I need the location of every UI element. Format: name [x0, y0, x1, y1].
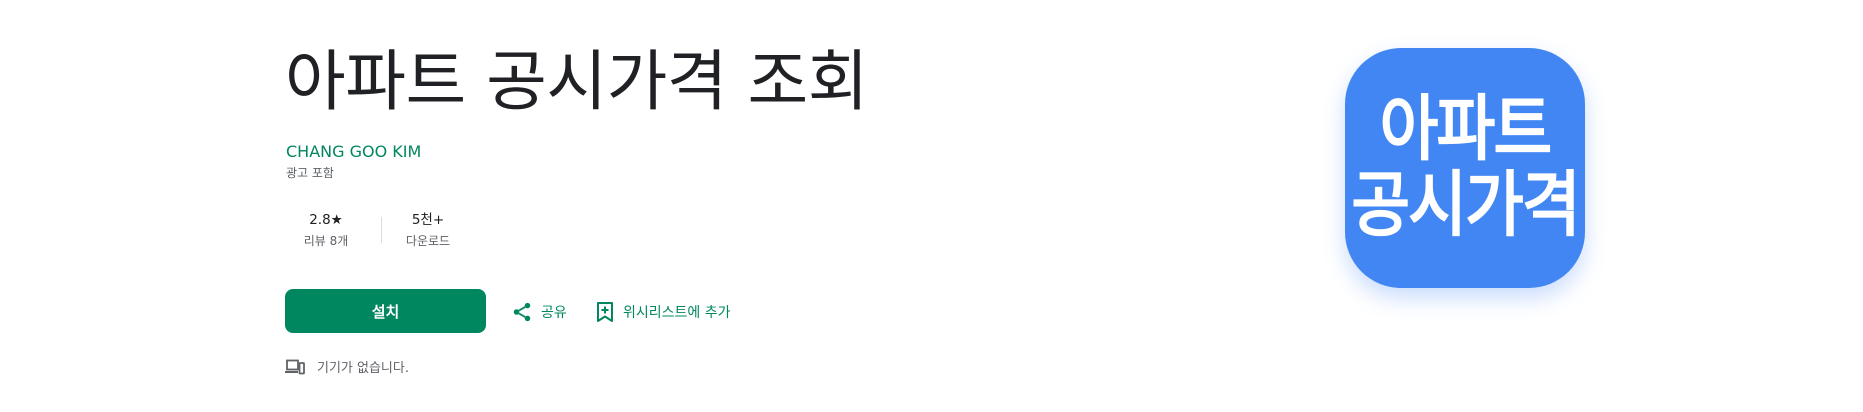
app-title: 아파트 공시가격 조회: [285, 43, 868, 120]
device-availability-note: 기기가 없습니다.: [285, 357, 409, 376]
developer-link[interactable]: CHANG GOO KIM: [286, 142, 421, 161]
share-icon: [513, 302, 531, 322]
app-icon-line-1: 아파트: [1379, 88, 1553, 172]
downloads-stat: 5천+ 다운로드: [398, 210, 458, 250]
add-to-wishlist-button[interactable]: 위시리스트에 추가: [595, 301, 731, 323]
downloads-value: 5천+: [411, 212, 445, 228]
downloads-label: 다운로드: [405, 234, 451, 248]
app-icon: 아파트 공시가격: [1345, 48, 1585, 288]
review-count[interactable]: 리뷰 8개: [296, 232, 356, 250]
install-button[interactable]: 설치: [285, 289, 486, 333]
bookmark-add-icon: [597, 302, 613, 322]
devices-icon: [285, 359, 305, 374]
app-icon-line-2: 공시가격: [1351, 164, 1581, 248]
device-note-text: 기기가 없습니다.: [317, 361, 409, 376]
stat-divider: [381, 217, 382, 243]
contains-ads-label: 광고 포함: [286, 166, 334, 180]
rating-stat: 2.8★ 리뷰 8개: [296, 210, 356, 250]
rating-value: 2.8★: [309, 212, 343, 228]
share-button[interactable]: 공유: [511, 301, 567, 323]
wishlist-label: 위시리스트에 추가: [623, 305, 731, 321]
share-label: 공유: [541, 305, 567, 321]
